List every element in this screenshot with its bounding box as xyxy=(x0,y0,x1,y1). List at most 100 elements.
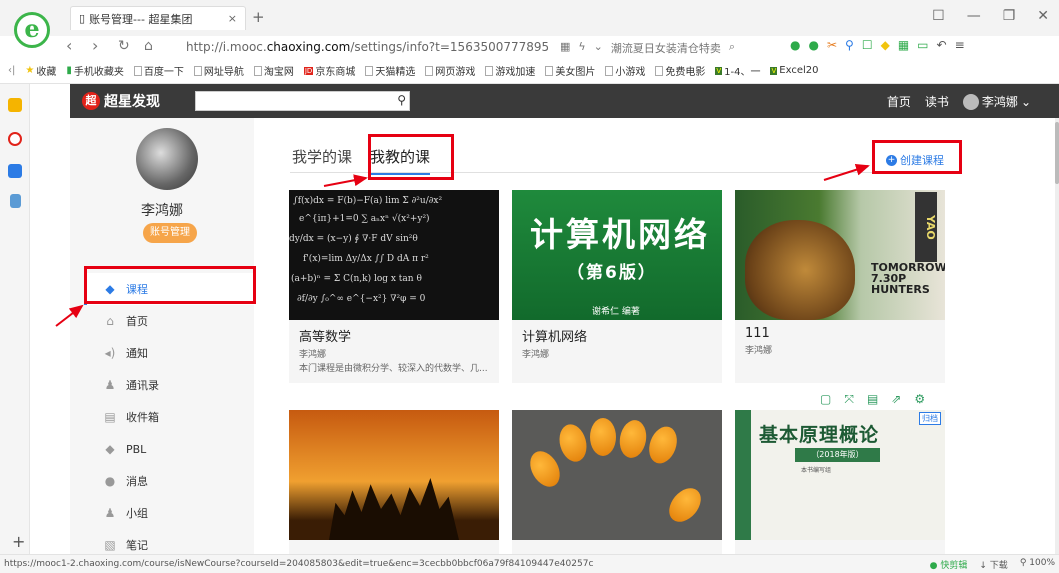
bookmark-item[interactable]: V 1-4、一 xyxy=(715,63,760,78)
address-bar[interactable]: http://i.mooc.chaoxing.com/settings/info… xyxy=(186,40,549,54)
bookmark-item[interactable]: 天猫精选 xyxy=(365,63,415,78)
new-tab-button[interactable]: + xyxy=(252,8,265,26)
course-card[interactable]: TOMORROW 7.30P HUNTERS YAO 111 李鸿娜 xyxy=(735,190,945,383)
brand-name: 超星发现 xyxy=(104,94,160,110)
archive-icon[interactable]: ▤ xyxy=(867,392,878,407)
course-cover xyxy=(289,410,499,540)
gourd-image xyxy=(662,482,708,528)
minimize-button[interactable]: — xyxy=(967,8,981,24)
weibo-icon[interactable] xyxy=(8,132,22,146)
skin-icon[interactable]: ☐ xyxy=(932,8,945,24)
sidebar-menu: ◆ 课程 ⌂ 首页 ◂) 通知 ♟ 通讯录 ▤ 收件箱 ◆ PBL ● 消息 ♟ 小组 ▧ 笔记 xyxy=(84,273,254,561)
scissors-icon[interactable]: ✂ xyxy=(827,38,837,52)
shield-icon[interactable]: ◆ xyxy=(881,38,890,52)
back-icon[interactable]: ‹ xyxy=(66,36,72,55)
star-icon: ★ xyxy=(25,65,35,76)
bookmark-item[interactable]: V Excel20 xyxy=(770,65,818,76)
extension-icon[interactable]: ● xyxy=(790,38,800,52)
browser-logo-icon[interactable]: e xyxy=(14,12,50,48)
nav-reading[interactable]: 读书 xyxy=(925,93,949,110)
add-sidebar-icon[interactable]: + xyxy=(12,532,25,551)
sidebar-item-home[interactable]: ⌂ 首页 xyxy=(84,305,254,337)
course-card[interactable] xyxy=(512,410,722,554)
course-card[interactable]: 计算机网络 （第6版） 谢希仁 编著 计算机网络 李鸿娜 xyxy=(512,190,722,383)
bookmark-item[interactable]: 游戏加速 xyxy=(485,63,535,78)
course-cover: TOMORROW 7.30P HUNTERS YAO xyxy=(735,190,945,320)
gear-icon[interactable]: ⚙ xyxy=(914,392,925,407)
sidebar-item-message[interactable]: ● 消息 xyxy=(84,465,254,497)
close-tab-icon[interactable]: × xyxy=(228,12,237,25)
sidebar-item-pbl[interactable]: ◆ PBL xyxy=(84,433,254,465)
course-card[interactable] xyxy=(289,410,499,554)
course-cover: ∫f(x)dx = F(b)−F(a) lim Σ ∂²u/∂x² e^{iπ}… xyxy=(289,190,499,320)
account-manage-button[interactable]: 账号管理 xyxy=(143,223,197,243)
course-description: 本门课程是由微积分学、较深入的代数学、几... xyxy=(299,364,488,374)
nav-home[interactable]: 首页 xyxy=(887,93,911,110)
bookmark-item[interactable]: 小游戏 xyxy=(605,63,645,78)
share-icon[interactable]: ⇗ xyxy=(891,392,901,407)
bookmark-label: 美女图片 xyxy=(555,67,596,78)
bookmarks-collapse-icon[interactable]: ‹| xyxy=(8,65,15,76)
menu-icon[interactable]: ≡ xyxy=(955,38,965,52)
refresh-icon[interactable]: ↻ xyxy=(118,38,130,54)
sidebar-item-contacts[interactable]: ♟ 通讯录 xyxy=(84,369,254,401)
browser-navbar: ‹ › ↻ ⌂ http://i.mooc.chaoxing.com/setti… xyxy=(0,36,1059,58)
phone-icon: ▮ xyxy=(66,65,72,76)
bookmark-item[interactable]: 免费电影 xyxy=(655,63,705,78)
copy-icon[interactable]: ▢ xyxy=(820,392,831,407)
battery-icon[interactable]: ▭ xyxy=(917,38,928,52)
site-search-input[interactable]: ⚲ xyxy=(195,91,410,111)
course-card[interactable]: ∫f(x)dx = F(b)−F(a) lim Σ ∂²u/∂x² e^{iπ}… xyxy=(289,190,499,383)
avatar[interactable] xyxy=(136,128,198,190)
forward-icon[interactable]: › xyxy=(92,36,98,55)
bookmark-item[interactable]: 美女图片 xyxy=(545,63,595,78)
cover-editor: 本书编写组 xyxy=(801,467,832,474)
tab-learning[interactable]: 我学的课 xyxy=(292,144,352,175)
scrollbar-thumb[interactable] xyxy=(1055,122,1059,184)
download-button[interactable]: ↓ 下载 xyxy=(979,558,1007,571)
sidebar-item-inbox[interactable]: ▤ 收件箱 xyxy=(84,401,254,433)
bookmark-label: Excel20 xyxy=(779,65,819,76)
bookmark-label: 网址导航 xyxy=(203,67,244,78)
bookmark-item[interactable]: 百度一下 xyxy=(133,63,184,78)
site-logo[interactable]: 超 超星发现 xyxy=(82,91,160,111)
quick-clip-button[interactable]: ● 快剪辑 xyxy=(930,558,968,571)
qr-icon[interactable]: ▦ xyxy=(560,40,570,56)
promo-link[interactable]: 潮流夏日女装清仓特卖 xyxy=(611,40,721,56)
sidebar-item-group[interactable]: ♟ 小组 xyxy=(84,497,254,529)
sidebar-item-notice[interactable]: ◂) 通知 xyxy=(84,337,254,369)
expand-icon[interactable]: ⤧ xyxy=(844,392,854,407)
bookmark-item[interactable]: 网页游戏 xyxy=(425,63,475,78)
apps-icon[interactable]: ▦ xyxy=(898,38,909,52)
page-icon xyxy=(133,65,142,76)
document-icon[interactable] xyxy=(10,194,21,208)
zoom-level[interactable]: ⚲ 100% xyxy=(1020,558,1055,571)
security-icon[interactable]: ● xyxy=(808,38,818,52)
status-url: https://mooc1-2.chaoxing.com/course/isNe… xyxy=(4,559,594,569)
bookmark-item[interactable]: ▮ 手机收藏夹 xyxy=(66,63,124,78)
course-card[interactable]: 基本原理概论 （2018年版） 本书编写组 归档 xyxy=(735,410,945,554)
bookmark-item[interactable]: ★ 收藏 xyxy=(25,63,56,78)
dropdown-icon[interactable]: ⌄ xyxy=(594,40,603,56)
gourd-image xyxy=(590,418,616,456)
pbl-icon: ◆ xyxy=(105,442,115,456)
bookmark-item[interactable]: 网址导航 xyxy=(193,63,244,78)
bookmark-item[interactable]: 淘宝网 xyxy=(253,63,294,78)
bookmark-label: 淘宝网 xyxy=(263,67,294,78)
lightning-icon[interactable]: ϟ xyxy=(578,40,585,56)
maximize-button[interactable]: ❐ xyxy=(1003,8,1016,24)
user-menu[interactable]: 李鸿娜 ⌄ xyxy=(962,93,1031,110)
annotation-box-create-course xyxy=(872,140,962,174)
home-icon[interactable]: ⌂ xyxy=(144,38,153,54)
search-icon[interactable]: ⚲ xyxy=(397,93,406,107)
search-icon[interactable]: ⌕ xyxy=(729,40,735,56)
undo-icon[interactable]: ↶ xyxy=(937,38,947,52)
mail-icon[interactable] xyxy=(8,164,22,178)
bookmark-item[interactable]: JD 京东商城 xyxy=(303,63,355,78)
crowd-silhouette xyxy=(329,478,459,540)
close-window-button[interactable]: ✕ xyxy=(1037,8,1049,24)
favorites-icon[interactable] xyxy=(8,98,22,112)
screenshot-icon[interactable]: ☐ xyxy=(862,38,873,52)
browser-tab[interactable]: ▯ 账号管理--- 超星集团 × xyxy=(70,6,246,30)
find-icon[interactable]: ⚲ xyxy=(845,38,854,52)
